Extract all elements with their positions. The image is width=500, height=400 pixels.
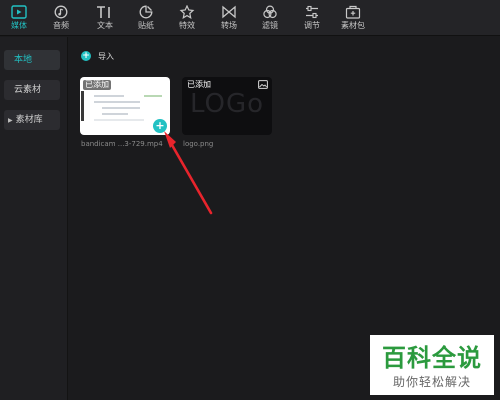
tab-sticker-label: 贴纸 xyxy=(138,21,154,30)
tab-audio[interactable]: 音频 xyxy=(42,0,80,36)
media-card-image[interactable]: 已添加 LOGo xyxy=(182,77,272,135)
tab-audio-label: 音频 xyxy=(53,21,69,30)
sticker-icon xyxy=(139,5,153,19)
add-to-track-button[interactable]: + xyxy=(153,119,167,133)
filter-icon xyxy=(263,5,277,19)
import-label: 导入 xyxy=(98,51,114,61)
sidebar-item-cloud[interactable]: 云素材 xyxy=(4,80,60,100)
text-icon xyxy=(97,6,110,18)
watermark-subtitle: 助你轻松解决 xyxy=(392,375,471,389)
tab-text[interactable]: 文本 xyxy=(86,0,124,36)
plus-icon: + xyxy=(81,51,91,61)
watermark-title: 百科全说 xyxy=(382,344,482,372)
tab-material-pack[interactable]: 素材包 xyxy=(334,0,372,36)
material-pack-icon xyxy=(345,5,361,19)
media-icon xyxy=(11,5,27,19)
tab-effects-label: 特效 xyxy=(179,21,195,30)
media-filename: bandicam ...3-729.mp4 xyxy=(81,140,163,148)
tab-transition-label: 转场 xyxy=(221,21,237,30)
media-filename: logo.png xyxy=(183,140,214,148)
sidebar-item-local[interactable]: 本地 xyxy=(4,50,60,70)
thumbnail-edge xyxy=(81,91,84,121)
tab-filter[interactable]: 滤镜 xyxy=(251,0,289,36)
image-icon xyxy=(258,80,268,89)
transition-icon xyxy=(222,5,236,19)
thumbnail-line xyxy=(102,113,128,115)
audio-icon xyxy=(54,5,68,19)
watermark-logo: 百科全说 助你轻松解决 xyxy=(370,335,494,395)
sidebar-item-label: 素材库 xyxy=(15,115,43,125)
tab-media-label: 媒体 xyxy=(11,21,27,30)
tab-material-pack-label: 素材包 xyxy=(341,21,365,30)
added-badge: 已添加 xyxy=(83,80,111,90)
tab-adjust-label: 调节 xyxy=(304,21,320,30)
thumbnail-line xyxy=(144,95,162,97)
thumbnail-line xyxy=(102,107,140,109)
thumbnail-line xyxy=(94,101,140,103)
top-toolbar: 媒体 音频 文本 贴纸 特效 转场 滤镜 调节 素材包 xyxy=(0,0,500,36)
sidebar-item-label: 云素材 xyxy=(14,85,42,95)
sidebar-item-library[interactable]: ▶ 素材库 xyxy=(4,110,60,130)
adjust-icon xyxy=(306,5,318,19)
thumbnail-line xyxy=(94,119,144,121)
sidebar: 本地 云素材 ▶ 素材库 xyxy=(0,37,68,400)
effects-icon xyxy=(179,5,195,19)
tab-sticker[interactable]: 贴纸 xyxy=(127,0,165,36)
tab-transition[interactable]: 转场 xyxy=(210,0,248,36)
tab-effects[interactable]: 特效 xyxy=(168,0,206,36)
import-button[interactable]: + 导入 xyxy=(81,50,114,62)
sidebar-item-label: 本地 xyxy=(14,55,33,65)
tab-media[interactable]: 媒体 xyxy=(0,0,38,36)
thumbnail-line xyxy=(94,95,124,97)
tab-text-label: 文本 xyxy=(97,21,113,30)
caret-right-icon: ▶ xyxy=(8,117,13,124)
logo-preview-text: LOGo xyxy=(190,89,265,119)
tab-adjust[interactable]: 调节 xyxy=(293,0,331,36)
tab-filter-label: 滤镜 xyxy=(262,21,278,30)
